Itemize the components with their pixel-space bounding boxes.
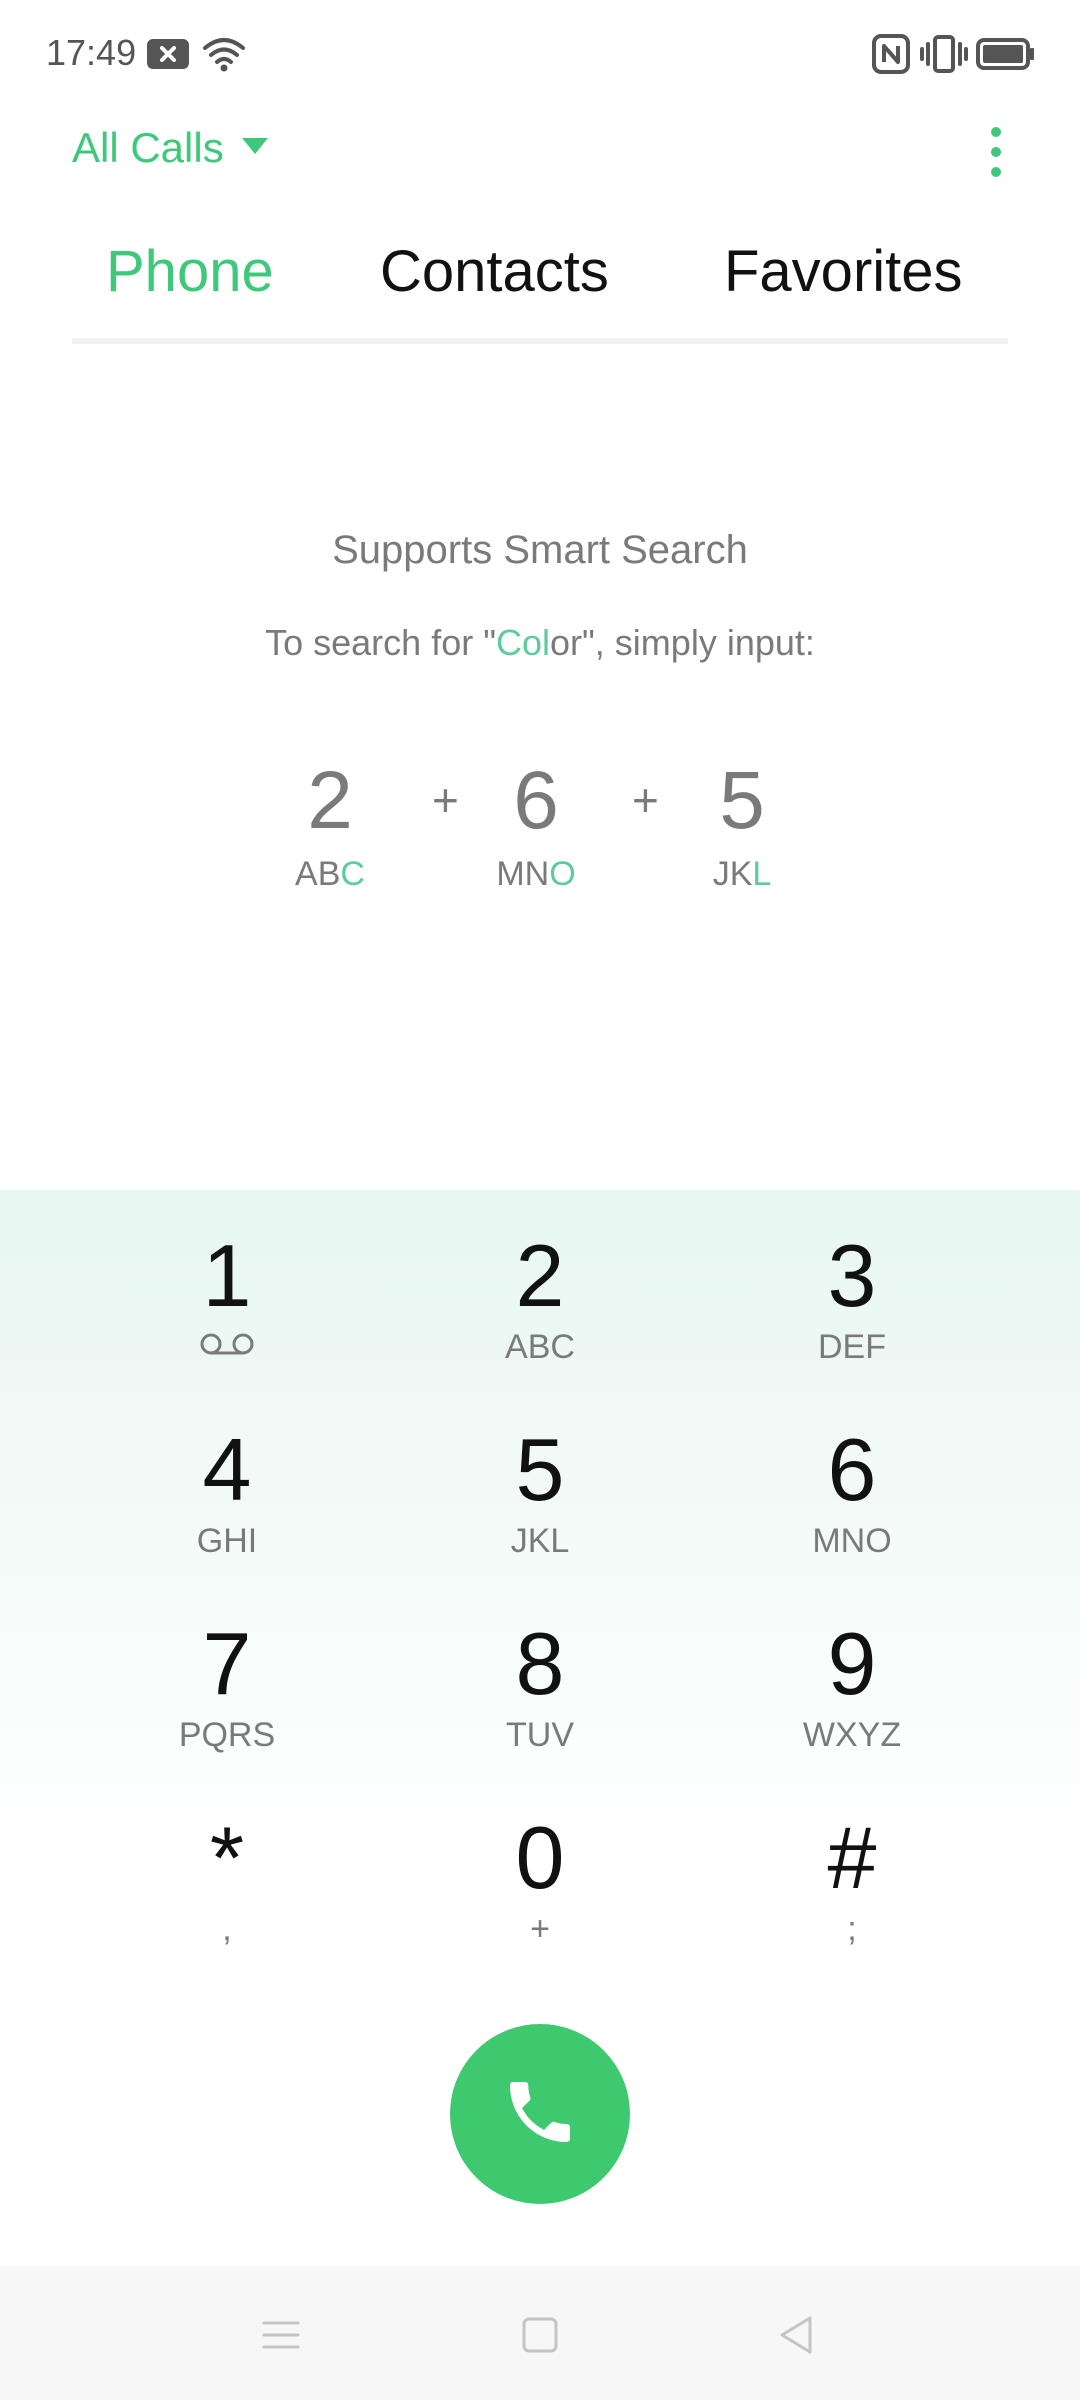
status-time: 17:49 [46, 32, 137, 73]
header: All Calls [0, 110, 1080, 210]
hint-sub-highlight: Col [495, 622, 551, 663]
nfc-icon [872, 34, 910, 79]
dial-key-1[interactable]: 1 [77, 1190, 377, 1380]
dial-key-9[interactable]: 9 WXYZ [702, 1578, 1002, 1768]
dropdown-triangle-icon [240, 136, 270, 161]
dial-key-2[interactable]: 2 ABC [390, 1190, 690, 1380]
example-key-6: 6 MNO [466, 755, 606, 894]
key-digit: 4 [202, 1420, 252, 1519]
example-plus: + [632, 774, 659, 826]
example-plus: + [432, 774, 459, 826]
example-key-2: 2 ABC [260, 755, 400, 894]
key-letters: JKL [510, 1522, 570, 1560]
call-filter-dropdown[interactable]: All Calls [72, 124, 270, 172]
voicemail-icon [77, 1328, 377, 1370]
hint-sub-rest: or", simply input: [550, 622, 815, 663]
key-digit: 5 [515, 1420, 565, 1519]
home-square-icon[interactable] [515, 2310, 565, 2360]
call-button[interactable] [450, 2024, 630, 2204]
example-letters: MNO [496, 855, 576, 893]
key-letters: DEF [818, 1328, 886, 1366]
dial-key-0[interactable]: 0 + [390, 1772, 690, 1962]
tab-favorites[interactable]: Favorites [724, 238, 963, 305]
key-letters: + [530, 1910, 550, 1948]
smart-search-example: 2 ABC + 6 MNO + 5 JKL [0, 755, 1080, 915]
smart-search-subtitle: To search for "Color", simply input: [0, 622, 1080, 664]
wifi-icon [202, 36, 246, 77]
tab-contacts[interactable]: Contacts [380, 238, 609, 305]
dial-key-hash[interactable]: # ; [702, 1772, 1002, 1962]
system-nav-bar [0, 2266, 1080, 2400]
key-letters: MNO [812, 1522, 892, 1560]
key-digit: * [209, 1808, 245, 1907]
key-letters: WXYZ [802, 1716, 902, 1754]
phone-icon [500, 2072, 580, 2157]
tab-indicator-track [72, 338, 1008, 344]
key-letters: ; [847, 1910, 857, 1948]
example-letters: JKL [712, 855, 772, 893]
key-digit: 7 [202, 1614, 252, 1713]
key-digit: 0 [515, 1808, 565, 1907]
dial-key-4[interactable]: 4 GHI [77, 1384, 377, 1574]
more-options-button[interactable] [976, 122, 1016, 182]
key-digit: 2 [515, 1226, 565, 1325]
key-digit: 1 [202, 1226, 252, 1325]
menu-icon[interactable] [256, 2310, 306, 2360]
example-digit: 5 [719, 755, 765, 846]
key-letters: GHI [196, 1522, 258, 1560]
more-vertical-icon [976, 127, 1016, 186]
key-digit: # [827, 1808, 877, 1907]
smart-search-title: Supports Smart Search [332, 528, 748, 572]
dial-key-3[interactable]: 3 DEF [702, 1190, 1002, 1380]
main-tabs: Phone Contacts Favorites [72, 220, 1008, 344]
key-digit: 8 [515, 1614, 565, 1713]
dial-key-5[interactable]: 5 JKL [390, 1384, 690, 1574]
example-digit: 6 [513, 755, 559, 846]
hint-sub-prefix: To search for " [265, 622, 496, 663]
example-key-5: 5 JKL [672, 755, 812, 894]
example-digit: 2 [307, 755, 353, 846]
tab-phone[interactable]: Phone [106, 238, 274, 305]
call-filter-label: All Calls [72, 124, 224, 171]
key-letters: , [222, 1910, 232, 1948]
key-digit: 6 [827, 1420, 877, 1519]
back-triangle-icon[interactable] [772, 2310, 822, 2360]
key-letters: TUV [506, 1716, 574, 1754]
dial-key-8[interactable]: 8 TUV [390, 1578, 690, 1768]
notification-x-icon [146, 38, 190, 75]
example-letters: ABC [295, 855, 365, 893]
dial-key-star[interactable]: * , [77, 1772, 377, 1962]
key-digit: 9 [827, 1614, 877, 1713]
key-letters: ABC [505, 1328, 575, 1366]
status-bar: 17:49 [0, 0, 1080, 110]
vibrate-icon [920, 34, 968, 79]
battery-icon [976, 38, 1036, 75]
key-letters: PQRS [178, 1716, 276, 1754]
dial-key-7[interactable]: 7 PQRS [77, 1578, 377, 1768]
dial-key-6[interactable]: 6 MNO [702, 1384, 1002, 1574]
key-digit: 3 [827, 1226, 877, 1325]
